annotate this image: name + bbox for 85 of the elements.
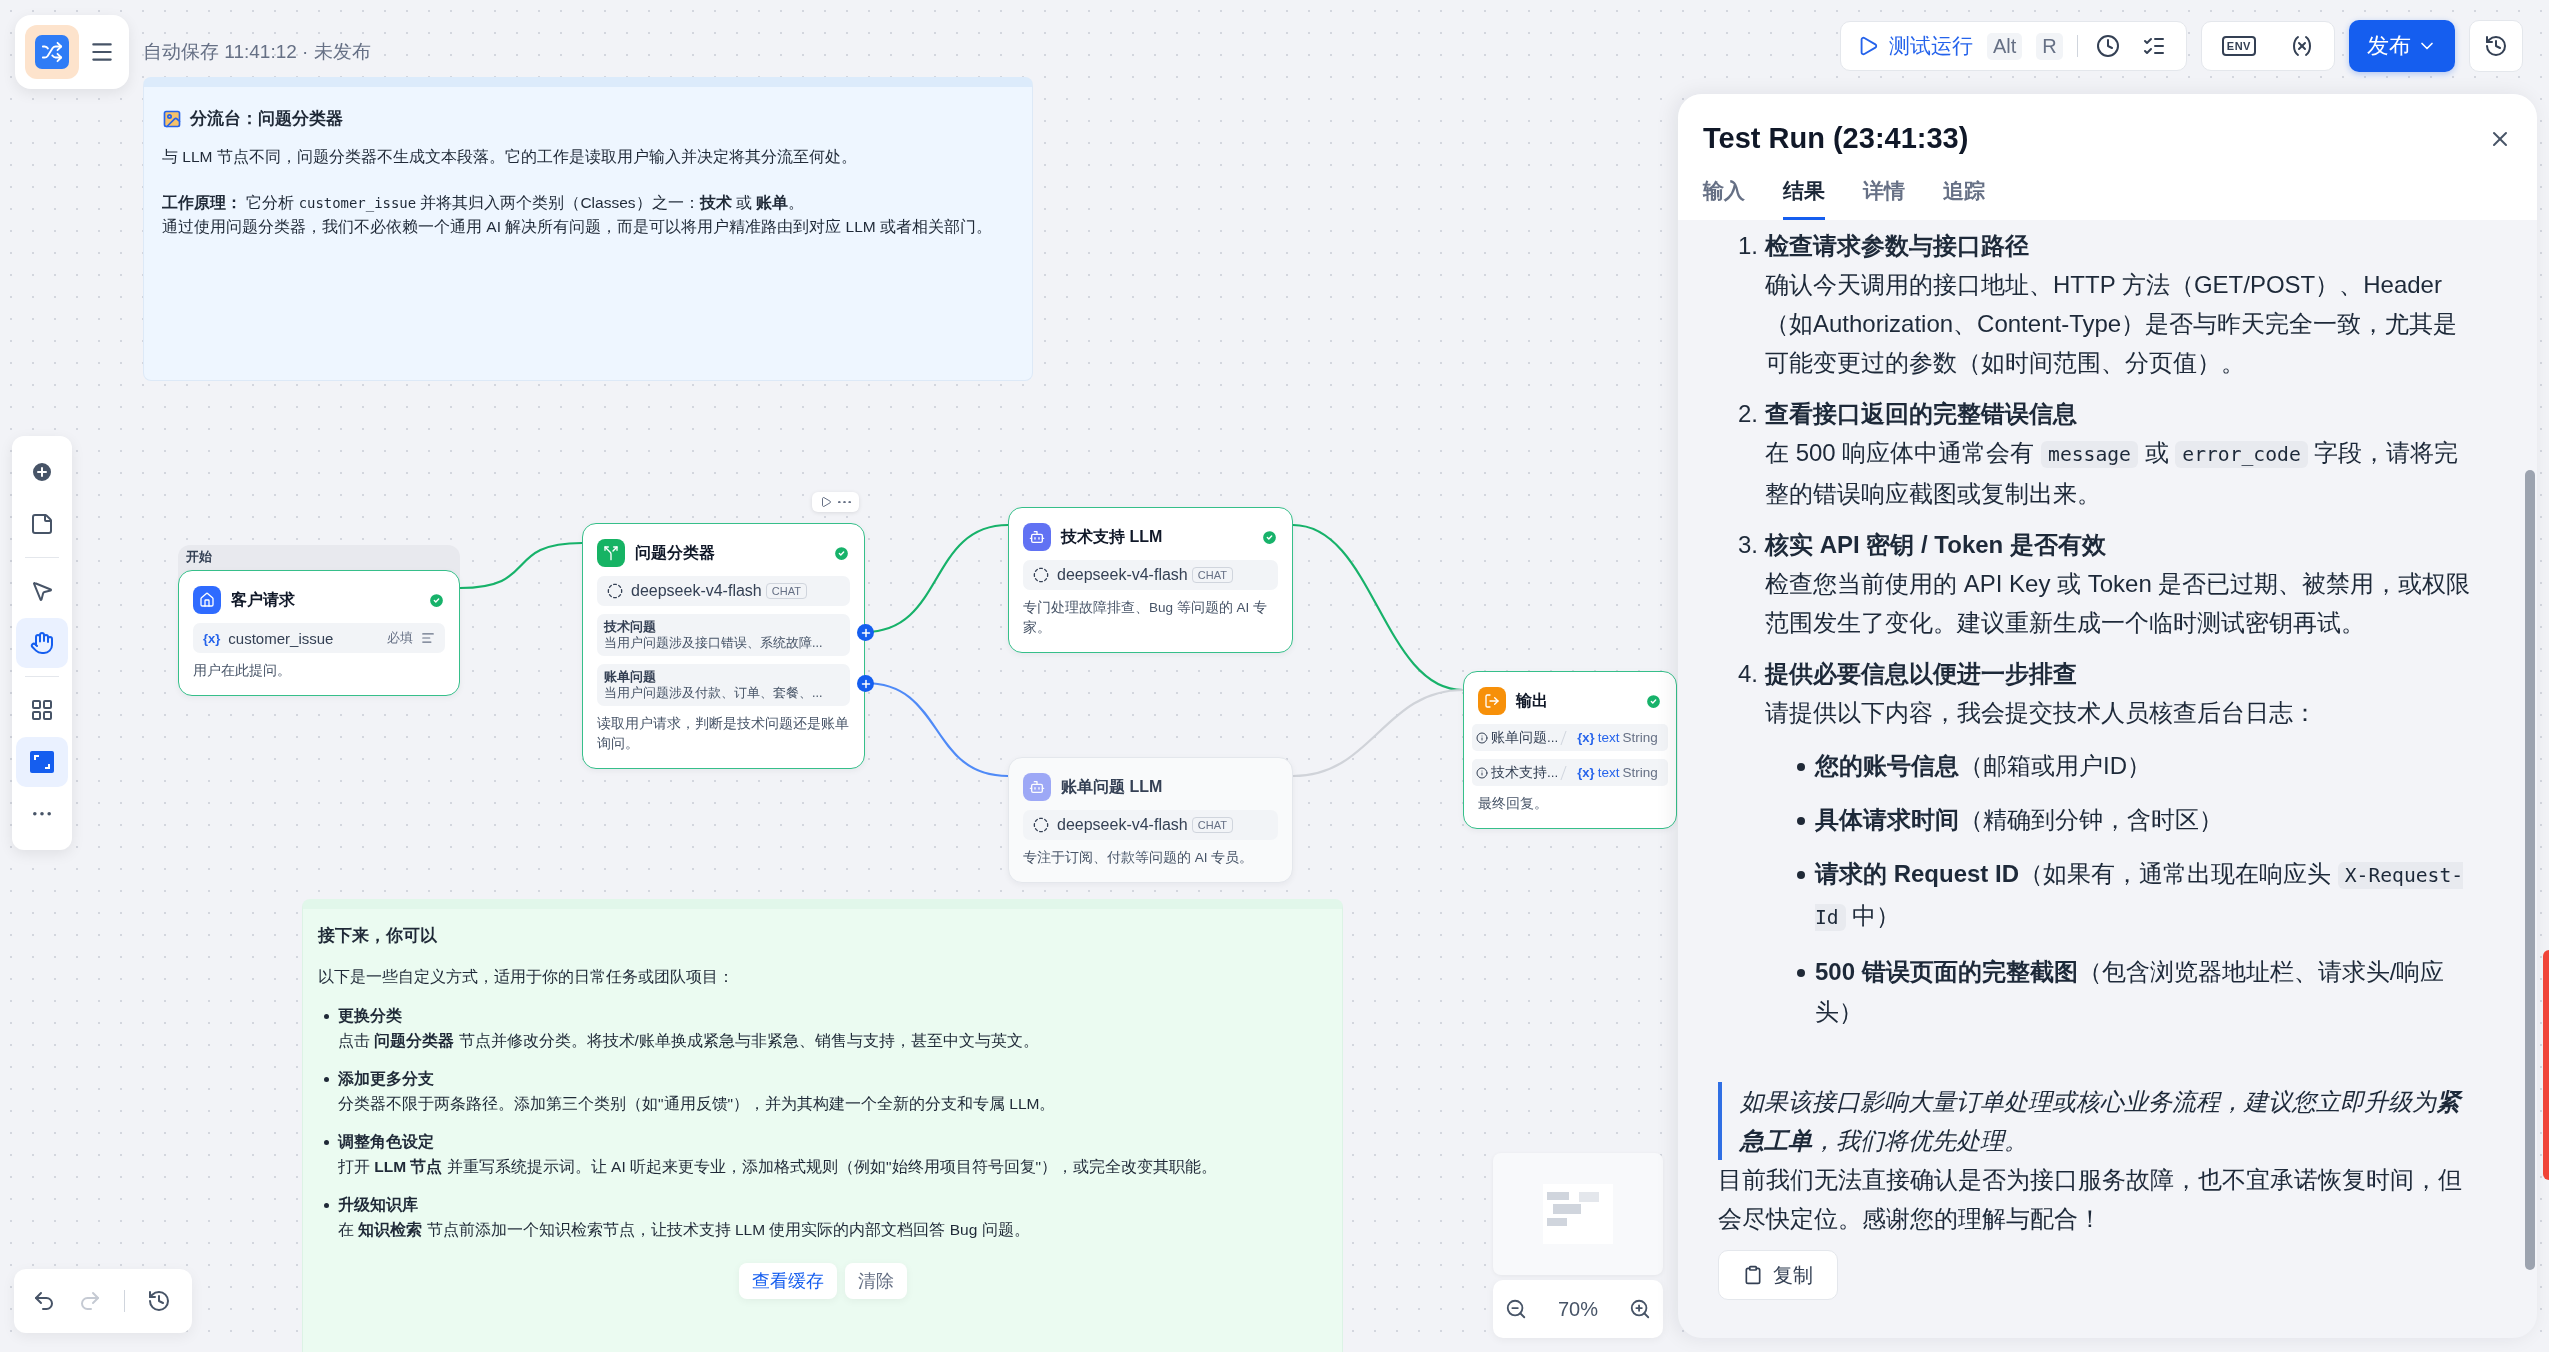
- bullet-text: 您的账号信息（邮箱或用户ID）: [1815, 751, 2152, 781]
- node-title: 技术支持 LLM: [1061, 526, 1164, 547]
- tip-text: 在 知识检索 节点前添加一个知识检索节点，让技术支持 LLM 使用实际的内部文档回答 Bug 问题。: [338, 1220, 1031, 1240]
- publish-button[interactable]: 发布: [2348, 20, 2455, 72]
- workflow-node[interactable]: 账单问题 LLM deepseek-v4-flash CHAT 专注于订阅、付款等问题的 AI 专员。: [1008, 757, 1293, 883]
- tip-title: 调整角色设定: [338, 1132, 435, 1152]
- node-description: 最终回复。: [1478, 795, 1549, 813]
- step-number: 2.: [1738, 399, 1759, 429]
- tip-title: 添加更多分支: [338, 1069, 435, 1089]
- tip-title: 更换分类: [338, 1006, 403, 1026]
- variable-prefix: {x}: [203, 630, 221, 646]
- closing-text: 目前我们无法直接确认是否为接口服务故障，也不宜承诺恢复时间，但会尽快定位。感谢您的理解与配合！: [1718, 1165, 2463, 1234]
- node-description: 专注于订阅、付款等问题的 AI 专员。: [1023, 849, 1255, 867]
- variable-prefix: {x}: [1577, 730, 1595, 745]
- variable-name: customer_issue: [228, 629, 335, 647]
- step-text: 在 500 响应体中通常会有 message 或 error_code 字段，请将完整的错误响应截图或复制出来。: [1765, 438, 2460, 509]
- node-description: 读取用户请求，判断是技术问题还是账单询问。: [597, 715, 850, 753]
- tip-title: 升级知识库: [338, 1195, 419, 1215]
- node-description: 用户在此提问。: [193, 662, 292, 680]
- node-title: 问题分类器: [635, 542, 716, 563]
- autosave-status: 自动保存 11:41:12 · 未发布: [143, 40, 371, 64]
- type-label: String: [1622, 765, 1658, 780]
- tip-text: 分类器不限于两条路径。添加第三个类别（如"通用反馈"），并为其构建一个全新的分支和专属 LLM。: [338, 1094, 1057, 1114]
- shortcut-key: Alt: [1987, 32, 2023, 60]
- note-text: 以下是一些自定义方式，适用于你的日常任务或团队项目：: [318, 967, 735, 987]
- class-description: 当用户问题涉及付款、订单、套餐、...: [604, 685, 824, 702]
- variable-name: text: [1597, 765, 1620, 780]
- step-number: 4.: [1738, 659, 1759, 689]
- variable-name: text: [1597, 730, 1620, 745]
- view-cache-button[interactable]: 查看缓存: [738, 1263, 837, 1299]
- panel-tab[interactable]: 结果: [1783, 177, 1825, 220]
- note-text: 通过使用问题分类器，我们不必依赖一个通用 AI 解决所有问题，而是可以将用户精准路由到对应 LLM 或者相关部门。: [162, 217, 994, 237]
- step-text: 检查您当前使用的 API Key 或 Token 是否已过期、被禁用，或权限范围发生了变化。建议重新生成一个临时测试密钥再试。: [1765, 569, 2472, 638]
- class-row[interactable]: 账单问题 当用户问题涉及付款、订单、套餐、...: [597, 664, 850, 706]
- panel-title: Test Run (23:41:33): [1703, 122, 1969, 155]
- node-title: 客户请求: [231, 589, 296, 610]
- panel-tab[interactable]: 详情: [1863, 177, 1905, 220]
- note-card[interactable]: 分流台：问题分类器 与 LLM 节点不同，问题分类器不生成文本段落。它的工作是读取用户输入并决定将其分流至何处。 工作原理： 它分析 customer_issue 并将其归入两个类别（Classes）之一：技术 或 账单。 通过使用问题分类器，我们不必依赖一个通用 AI 解决所有问题，而是可以将用户精准路由到对应 LLM 或者相关部门。: [143, 77, 1033, 381]
- class-row[interactable]: 技术问题 当用户问题涉及接口错误、系统故障...: [597, 614, 850, 656]
- zoom-level: 70%: [1558, 1297, 1598, 1321]
- node-description: 专门处理故障排查、Bug 等问题的 AI 专家。: [1023, 599, 1269, 637]
- model-tag: CHAT: [1191, 817, 1233, 833]
- model-tag: CHAT: [1191, 567, 1233, 583]
- workflow-node[interactable]: 客户请求 {x} customer_issue 必填 用户在此提问。: [178, 570, 460, 696]
- class-description: 当用户问题涉及接口错误、系统故障...: [604, 635, 824, 652]
- copy-button[interactable]: 复制: [1718, 1250, 1838, 1300]
- workflow-node[interactable]: 问题分类器 deepseek-v4-flash CHAT 技术问题 当用户问题涉及接口错误、系统故障... 账单问题 当用户问题涉及付款、订单、套餐、... 读取用户请求，判断是技术问题还是账单询问。: [582, 523, 865, 769]
- step-text: 确认今天调用的接口地址、HTTP 方法（GET/POST）、Header（如Authorization、Content-Type）是否与昨天完全一致，尤其是可能变更过的参数（如时间范围、分页值）。: [1765, 270, 2459, 378]
- bullet-text: 500 错误页面的完整截图（包含浏览器地址栏、请求头/响应头）: [1815, 957, 2446, 1027]
- tip-text: 点击 问题分类器 节点并修改分类。将技术/账单换成紧急与非紧急、销售与支持，甚至中文与英文。: [338, 1031, 1040, 1051]
- step-number: 3.: [1738, 530, 1759, 560]
- note-text: 工作原理： 它分析 customer_issue 并将其归入两个类别（Classes）之一：技术 或 账单。: [162, 193, 806, 214]
- note-title: 分流台：问题分类器: [190, 108, 343, 130]
- node-title: 账单问题 LLM: [1061, 776, 1164, 797]
- model-tag: CHAT: [765, 583, 807, 599]
- model-name: deepseek-v4-flash: [1057, 816, 1188, 834]
- source-label: 账单问题...: [1491, 728, 1559, 747]
- variable-prefix: {x}: [1577, 765, 1595, 780]
- type-label: String: [1622, 730, 1658, 745]
- step-title: 检查请求参数与接口路径: [1765, 232, 2029, 259]
- class-name: 账单问题: [604, 668, 657, 685]
- note-title: 接下来，你可以: [318, 925, 438, 946]
- step-title: 查看接口返回的完整错误信息: [1765, 400, 2077, 427]
- panel-tab[interactable]: 追踪: [1943, 177, 1985, 220]
- model-name: deepseek-v4-flash: [1057, 566, 1188, 584]
- workflow-node[interactable]: 输出 账单问题... {x} text String 技术支持... {x} text String 最终回复。: [1463, 671, 1677, 829]
- source-label: 技术支持...: [1491, 763, 1559, 782]
- workflow-node[interactable]: 技术支持 LLM deepseek-v4-flash CHAT 专门处理故障排查、Bug 等问题的 AI 专家。: [1008, 507, 1293, 653]
- bullet-text: 请求的 Request ID（如果有，通常出现在响应头 X-Request-Id 中）: [1815, 859, 2465, 933]
- note-text: 与 LLM 节点不同，问题分类器不生成文本段落。它的工作是读取用户输入并决定将其分流至何处。: [162, 147, 858, 167]
- bullet-text: 具体请求时间（精确到分钟，含时区）: [1815, 805, 2224, 835]
- quote-text: 如果该接口影响大量订单处理或核心业务流程，建议您立即升级为紧急工单，我们将优先处理。: [1718, 1082, 2475, 1160]
- step-number: 1.: [1738, 231, 1759, 261]
- step-title: 提供必要信息以便进一步排查: [1765, 660, 2077, 687]
- step-text: 请提供以下内容，我会提交技术人员核查后台日志：: [1765, 698, 2318, 728]
- required-label: 必填: [387, 629, 413, 647]
- panel-tab[interactable]: 输入: [1703, 177, 1745, 220]
- tip-text: 打开 LLM 节点 并重写系统提示词。让 AI 听起来更专业，添加格式规则（例如"始终用项目符号回复"），或完全改变其职能。: [338, 1157, 1219, 1177]
- test-run-button[interactable]: 测试运行: [1857, 32, 1973, 60]
- class-name: 技术问题: [604, 618, 657, 635]
- step-title: 核实 API 密钥 / Token 是否有效: [1765, 531, 2106, 558]
- model-name: deepseek-v4-flash: [631, 582, 762, 600]
- clear-button[interactable]: 清除: [844, 1263, 907, 1299]
- shortcut-key: R: [2036, 32, 2063, 60]
- node-title: 输出: [1516, 690, 1549, 711]
